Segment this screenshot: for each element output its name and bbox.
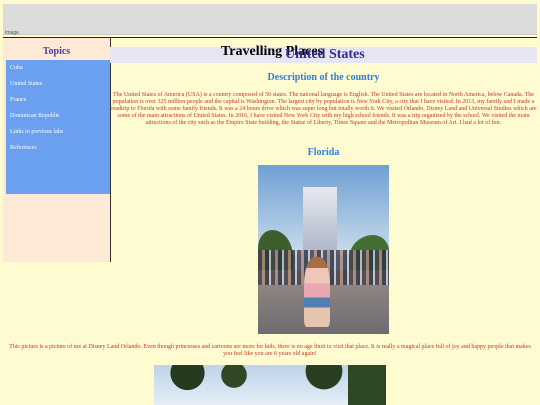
sidebar-item-france[interactable]: France <box>6 92 110 108</box>
palm-trees-photo <box>154 365 386 405</box>
sidebar-title: Topics <box>42 46 71 57</box>
sidebar-item-dominican-republic[interactable]: Dominican Republic <box>6 108 110 124</box>
sidebar-item-previous-labs[interactable]: Links to previous labs <box>6 124 110 140</box>
person-shape <box>304 257 330 327</box>
palm-shape <box>214 365 254 405</box>
sidebar: Topics Cuba United States France Dominic… <box>3 38 111 262</box>
page-title: United States <box>285 47 365 62</box>
palm-shape <box>294 365 354 405</box>
photo-caption: This picture is a picture of me at Disne… <box>9 344 531 357</box>
description-text: The United States of America (USA) is a … <box>110 92 537 126</box>
disney-photo <box>258 165 389 334</box>
castle-shape <box>303 187 337 257</box>
florida-heading: Florida <box>307 147 340 158</box>
palm-shape <box>160 365 215 405</box>
sidebar-nav: Cuba United States France Dominican Repu… <box>6 60 110 194</box>
sidebar-item-references[interactable]: References <box>6 140 110 156</box>
palm-shape <box>348 365 386 405</box>
broken-image-icon: Image <box>5 30 19 36</box>
description-heading: Description of the country <box>267 72 380 83</box>
broken-image-alt: Image <box>5 30 19 36</box>
sidebar-item-cuba[interactable]: Cuba <box>6 60 110 76</box>
browser-toolbar <box>3 4 537 35</box>
sidebar-item-united-states[interactable]: United States <box>6 76 110 92</box>
